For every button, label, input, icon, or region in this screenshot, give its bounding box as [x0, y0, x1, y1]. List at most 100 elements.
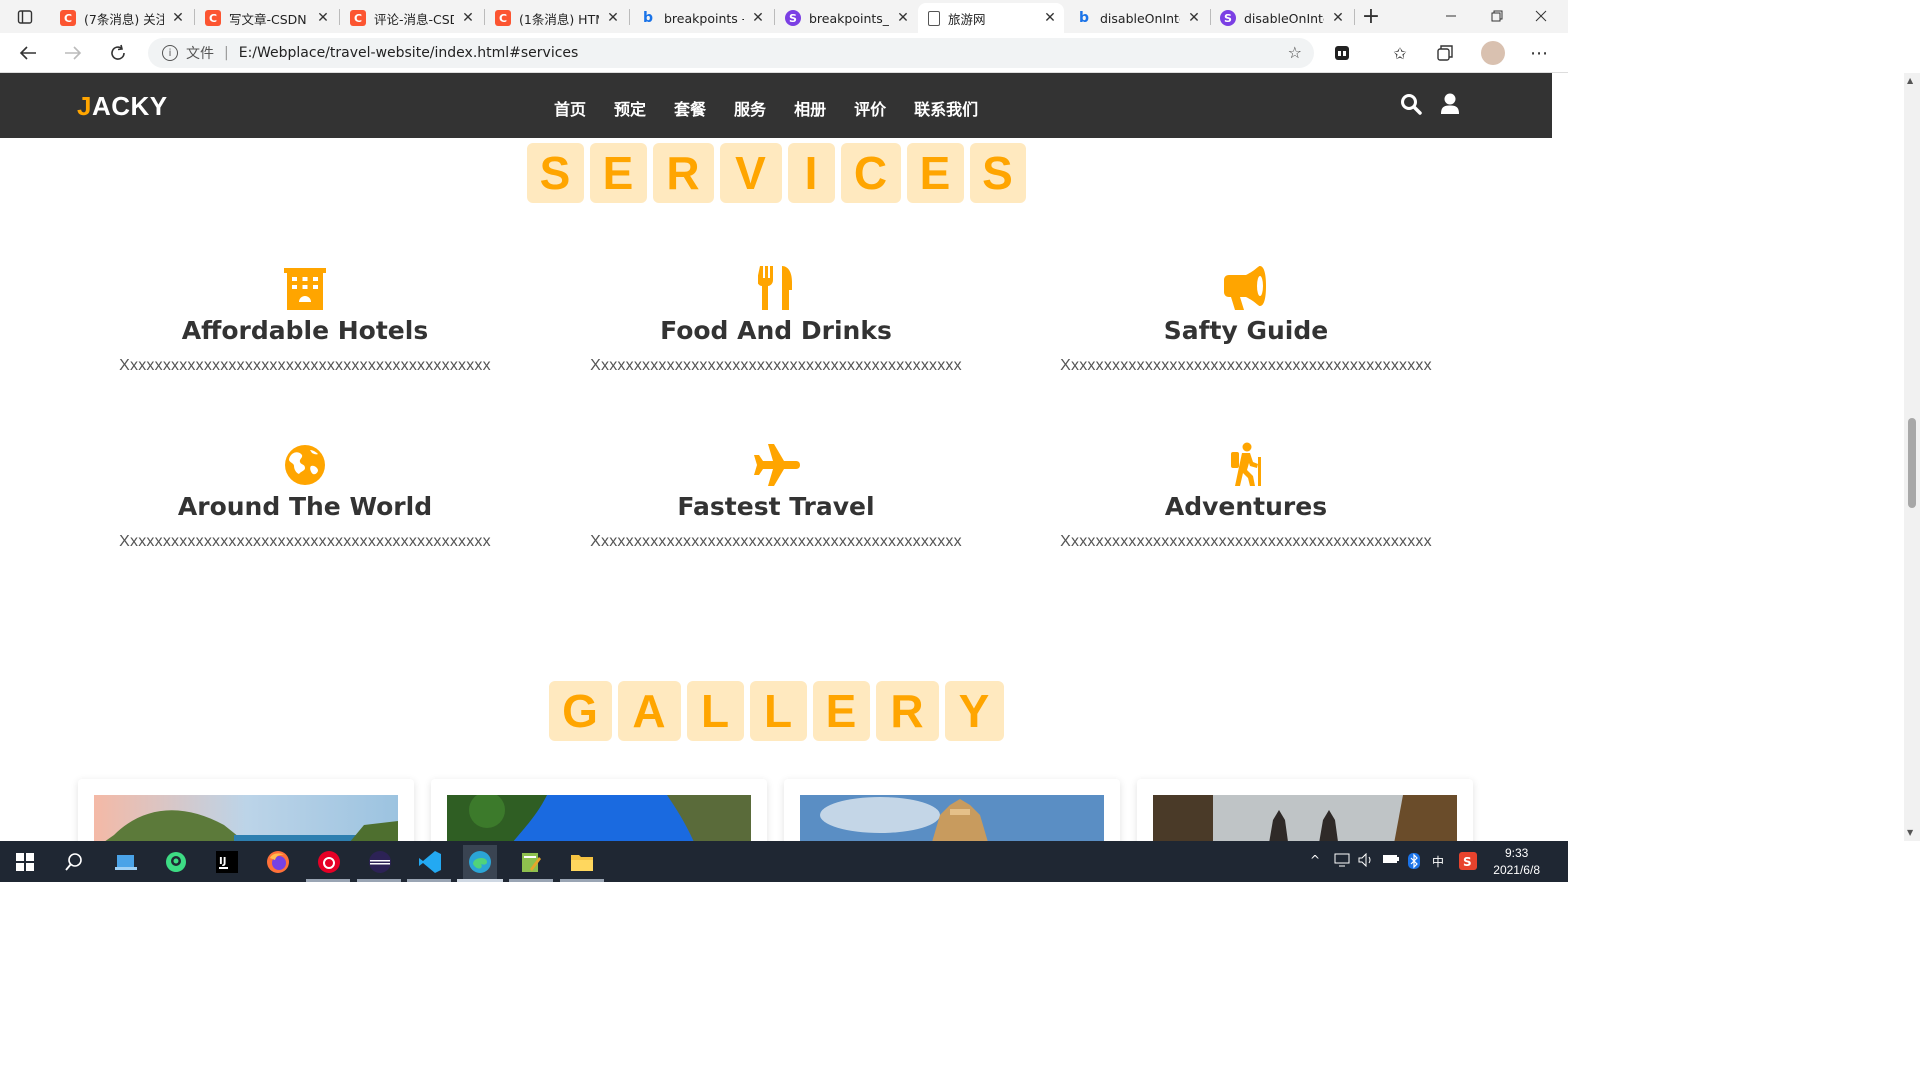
csdn-icon: C	[205, 10, 221, 26]
close-tab-icon[interactable]: ✕	[460, 10, 476, 26]
service-title: Fastest Travel	[677, 492, 875, 521]
gallery-card[interactable]	[784, 779, 1120, 841]
url-bar[interactable]: i 文件 | E:/Webplace/travel-website/index.…	[148, 38, 1314, 68]
input-method-indicator[interactable]: 中	[1432, 853, 1444, 870]
bluetooth-icon[interactable]	[1408, 853, 1420, 872]
nav-contact[interactable]: 联系我们	[914, 96, 978, 120]
file-explorer-icon[interactable]	[569, 849, 595, 875]
heading-letter: R	[652, 143, 714, 203]
back-button[interactable]	[15, 41, 41, 65]
gallery-card[interactable]	[78, 779, 414, 841]
favorites-icon[interactable]: ✩	[1389, 42, 1411, 64]
sogou-icon: S	[1220, 10, 1236, 26]
scroll-up-arrow[interactable]: ▲	[1907, 76, 1913, 85]
logo-first-letter: J	[77, 91, 92, 121]
url-text[interactable]: E:/Webplace/travel-website/index.html#se…	[239, 45, 579, 61]
heading-letter: S	[526, 143, 584, 203]
tab-title: breakpoints -	[664, 10, 744, 26]
firefox-icon[interactable]	[265, 849, 291, 875]
browser-tab[interactable]: Sbreakpoints_S ✕	[775, 3, 917, 33]
heading-letter: E	[589, 143, 647, 203]
gallery-image-jungle	[447, 795, 751, 841]
close-tab-icon[interactable]: ✕	[170, 10, 186, 26]
collections-icon[interactable]	[1434, 42, 1456, 64]
nav-gallery[interactable]: 相册	[794, 96, 826, 120]
service-card: Affordable Hotels Xxxxxxxxxxxxxxxxxxxxxx…	[70, 264, 540, 375]
service-title: Around The World	[177, 492, 433, 521]
browser-tab[interactable]: 旅游网 ✕	[918, 3, 1064, 33]
search-icon[interactable]	[61, 849, 87, 875]
close-tab-icon[interactable]: ✕	[1042, 10, 1058, 26]
scroll-down-arrow[interactable]: ▼	[1907, 828, 1913, 837]
csdn-icon: C	[350, 10, 366, 26]
intellij-icon[interactable]: IJ	[214, 849, 240, 875]
profile-avatar[interactable]	[1481, 41, 1505, 65]
gallery-image-island	[94, 795, 398, 841]
scrollbar-thumb[interactable]	[1908, 418, 1916, 508]
user-icon[interactable]	[1440, 93, 1460, 119]
vscode-icon[interactable]	[417, 849, 443, 875]
netease-music-icon[interactable]	[316, 849, 342, 875]
close-tab-icon[interactable]: ✕	[750, 10, 766, 26]
gallery-heading: G A L L E R Y	[0, 681, 1552, 741]
browser-tab[interactable]: b breakpoints - ✕	[630, 3, 772, 33]
close-tab-icon[interactable]: ✕	[315, 10, 331, 26]
svg-text:IJ: IJ	[219, 856, 226, 867]
close-tab-icon[interactable]: ✕	[1186, 10, 1202, 26]
browser-tab[interactable]: SdisableOnInte ✕	[1210, 3, 1352, 33]
utensils-icon	[541, 264, 1011, 310]
close-tab-icon[interactable]: ✕	[895, 10, 911, 26]
tab-separator	[1354, 9, 1355, 25]
browser-tab[interactable]: b disableOnInte ✕	[1066, 3, 1208, 33]
bing-icon: b	[642, 10, 654, 26]
site-info-icon[interactable]: i	[162, 45, 178, 61]
close-tab-icon[interactable]: ✕	[605, 10, 621, 26]
android-studio-icon[interactable]	[163, 849, 189, 875]
page-scrollbar[interactable]: ▲ ▼	[1904, 73, 1920, 841]
network-icon[interactable]	[1334, 853, 1350, 870]
close-window-button[interactable]	[1528, 4, 1554, 28]
restore-button[interactable]	[1484, 4, 1510, 28]
heading-letter: I	[787, 143, 835, 203]
nav-packages[interactable]: 套餐	[674, 96, 706, 120]
edge-icon[interactable]	[463, 845, 497, 879]
eclipse-icon[interactable]	[367, 849, 393, 875]
tab-title: disableOnInte	[1244, 10, 1324, 26]
show-hidden-icons[interactable]: ^	[1310, 853, 1320, 867]
tab-title: (7条消息) 关注	[84, 11, 164, 27]
gallery-card[interactable]	[431, 779, 767, 841]
system-clock[interactable]: 9:33 2021/6/8	[1493, 845, 1540, 879]
browser-tab[interactable]: C (7条消息) 关注 ✕	[50, 3, 192, 33]
close-tab-icon[interactable]: ✕	[1330, 10, 1346, 26]
add-favorite-icon[interactable]: ☆	[1288, 43, 1302, 62]
minimize-button[interactable]	[1438, 4, 1464, 28]
refresh-button[interactable]	[105, 41, 131, 65]
new-tab-button[interactable]: +	[1358, 4, 1384, 29]
volume-icon[interactable]	[1358, 852, 1374, 870]
gallery-card[interactable]	[1137, 779, 1473, 841]
sogou-ime-icon[interactable]: S	[1459, 852, 1477, 873]
task-view-icon[interactable]	[113, 849, 139, 875]
heading-letter: G	[548, 681, 612, 741]
extension-icon[interactable]	[1331, 42, 1353, 64]
windows-start-icon[interactable]	[12, 849, 38, 875]
more-options-icon[interactable]: ⋯	[1528, 42, 1550, 64]
browser-tab[interactable]: C (1条消息) HTM ✕	[485, 3, 627, 33]
search-icon[interactable]	[1400, 93, 1422, 119]
browser-tab[interactable]: C 评论-消息-CSD ✕	[340, 3, 482, 33]
service-title: Adventures	[1164, 492, 1328, 521]
browser-tab[interactable]: C 写文章-CSDN ✕	[195, 3, 337, 33]
nav-services[interactable]: 服务	[734, 96, 766, 120]
heading-letter: L	[749, 681, 807, 741]
nav-reviews[interactable]: 评价	[854, 96, 886, 120]
battery-icon[interactable]	[1382, 853, 1400, 868]
forward-button[interactable]	[60, 41, 86, 65]
tab-actions-icon[interactable]	[12, 5, 38, 29]
notepad-icon[interactable]	[518, 849, 544, 875]
globe-icon	[70, 440, 540, 486]
nav-book[interactable]: 预定	[614, 96, 646, 120]
site-logo[interactable]: JACKY	[77, 91, 168, 122]
address-toolbar: i 文件 | E:/Webplace/travel-website/index.…	[0, 33, 1568, 73]
service-title: Affordable Hotels	[181, 316, 429, 345]
nav-home[interactable]: 首页	[554, 96, 586, 120]
